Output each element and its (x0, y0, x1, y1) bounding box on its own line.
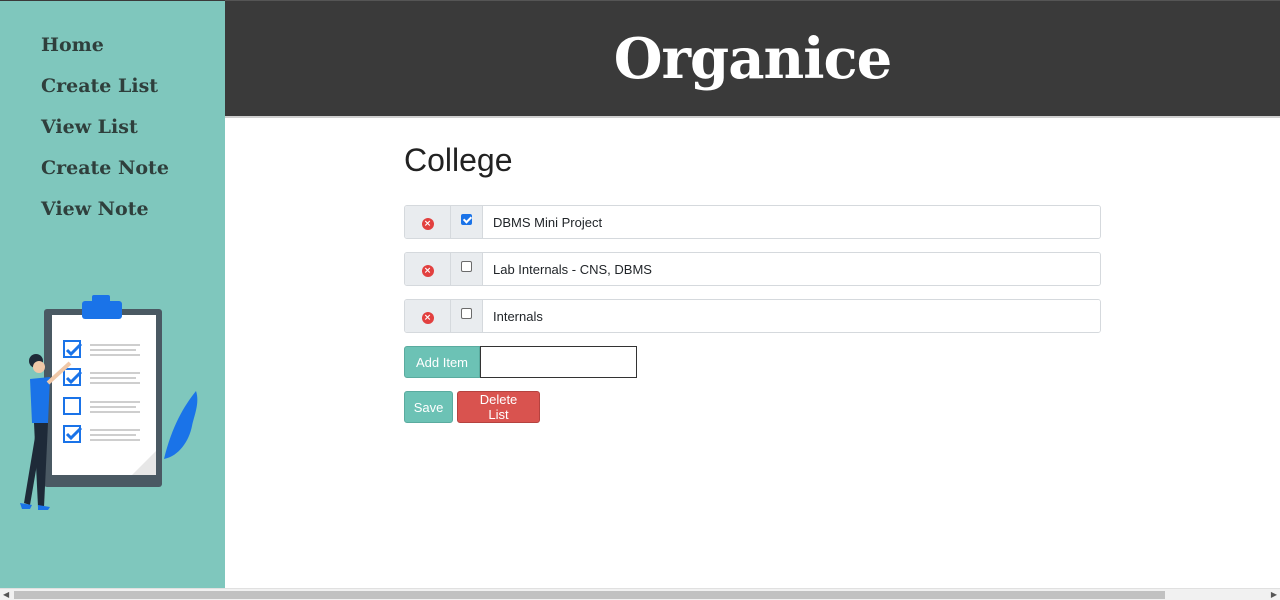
list-title: College (404, 142, 513, 178)
item-checkbox[interactable] (461, 307, 472, 319)
scroll-right-icon[interactable]: ▶ (1271, 590, 1277, 600)
horizontal-scrollbar[interactable]: ◀ ▶ (0, 588, 1280, 600)
delete-list-button[interactable]: Delete List (457, 391, 540, 423)
item-text[interactable]: Internals (483, 300, 1100, 332)
item-checkbox[interactable] (461, 213, 472, 225)
sidebar-item-create-note[interactable]: Create Note (41, 148, 225, 189)
delete-item-button[interactable]: × (405, 300, 451, 332)
header: Organice (225, 0, 1280, 118)
sidebar-item-view-list[interactable]: View List (41, 107, 225, 148)
sidebar-nav: Home Create List View List Create Note V… (0, 1, 225, 230)
item-checkbox-cell (451, 206, 483, 238)
delete-item-button[interactable]: × (405, 206, 451, 238)
list-item: × DBMS Mini Project (404, 205, 1101, 239)
item-text[interactable]: DBMS Mini Project (483, 206, 1100, 238)
remove-circle-icon: × (421, 264, 434, 277)
add-item-button[interactable]: Add Item (404, 346, 480, 378)
scroll-left-icon[interactable]: ◀ (3, 590, 9, 600)
sidebar-item-home[interactable]: Home (41, 25, 225, 66)
item-checkbox-cell (451, 253, 483, 285)
scrollbar-thumb[interactable] (14, 591, 1165, 599)
sidebar-item-view-note[interactable]: View Note (41, 189, 225, 230)
delete-item-button[interactable]: × (405, 253, 451, 285)
add-item-input[interactable] (480, 346, 637, 378)
brand-title: Organice (613, 26, 892, 92)
remove-circle-icon: × (421, 311, 434, 324)
item-checkbox-cell (451, 300, 483, 332)
item-text[interactable]: Lab Internals - CNS, DBMS (483, 253, 1100, 285)
remove-circle-icon: × (421, 217, 434, 230)
save-button[interactable]: Save (404, 391, 453, 423)
sidebar: Home Create List View List Create Note V… (0, 0, 225, 588)
list-panel: College × DBMS Mini Project × Lab Intern… (404, 138, 1101, 423)
list-item: × Internals (404, 299, 1101, 333)
item-checkbox[interactable] (461, 260, 472, 272)
list-item: × Lab Internals - CNS, DBMS (404, 252, 1101, 286)
sidebar-item-create-list[interactable]: Create List (41, 66, 225, 107)
checklist-illustration (20, 295, 198, 510)
add-item-row: Add Item (404, 346, 1101, 378)
list-actions: Save Delete List (404, 391, 1101, 423)
